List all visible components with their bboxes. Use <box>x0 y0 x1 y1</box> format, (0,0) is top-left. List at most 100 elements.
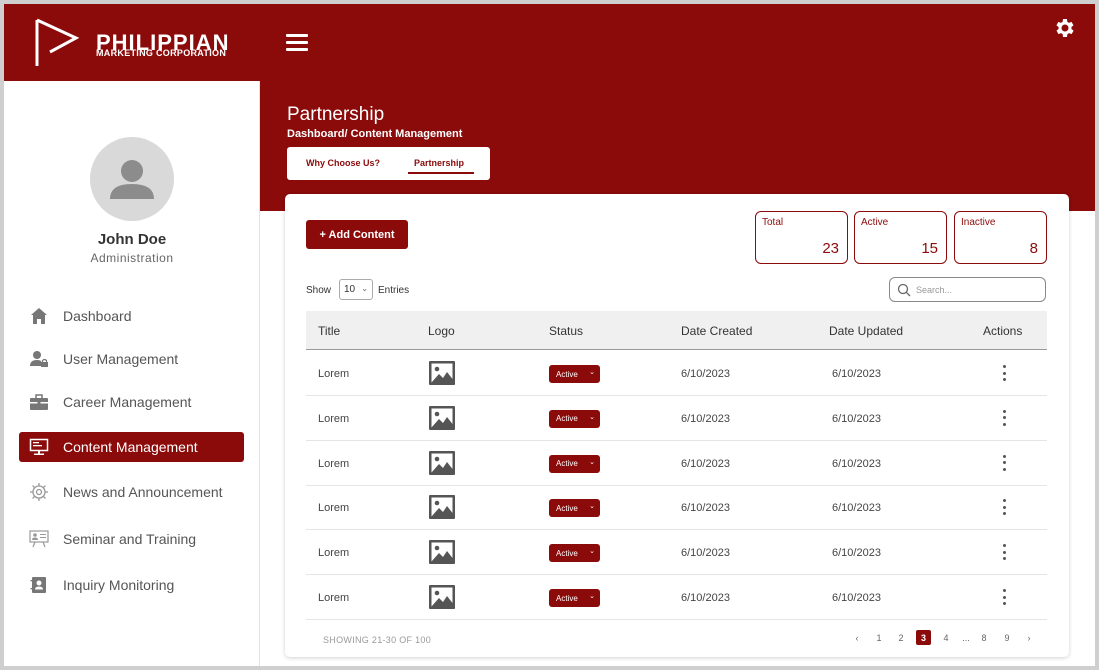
table-row: Lorem Active ⌄ 6/10/2023 6/10/2023 <box>306 485 1047 531</box>
chevron-down-icon: ⌄ <box>589 548 595 556</box>
top-bar: PHILIPPIAN MARKETING CORPORATION <box>4 4 1095 81</box>
image-icon <box>429 361 455 385</box>
stat-total: Total 23 <box>755 211 848 264</box>
tab-why-choose-us[interactable]: Why Choose Us? <box>306 158 380 168</box>
pagination-page-current[interactable]: 3 <box>916 630 931 645</box>
table-row: Lorem Active ⌄ 6/10/2023 6/10/2023 <box>306 396 1047 441</box>
contact-icon <box>29 575 49 595</box>
cell-date-updated: 6/10/2023 <box>832 457 881 470</box>
pagination-page[interactable]: 9 <box>1001 630 1013 645</box>
column-header-title[interactable]: Title <box>318 324 340 338</box>
more-actions-icon[interactable] <box>1000 364 1008 382</box>
cell-date-updated: 6/10/2023 <box>832 502 881 515</box>
sidebar-item-label: Seminar and Training <box>63 531 197 547</box>
app-window: PHILIPPIAN MARKETING CORPORATION John Do… <box>0 0 1099 670</box>
tab-partnership[interactable]: Partnership <box>414 158 464 168</box>
cell-date-created: 6/10/2023 <box>681 502 730 515</box>
column-header-date-updated[interactable]: Date Updated <box>829 324 903 338</box>
sidebar-item-label: User Management <box>63 351 179 367</box>
user-name: John Doe <box>97 231 167 248</box>
status-dropdown[interactable]: Active ⌄ <box>549 544 600 563</box>
content-card: + Add Content Total 23 Active 15 Inactiv… <box>285 194 1069 657</box>
status-label: Active <box>556 593 578 603</box>
stat-value: 8 <box>1029 240 1038 257</box>
user-lock-icon <box>29 349 49 369</box>
sidebar-item-seminar-and-training[interactable]: Seminar and Training <box>19 524 244 554</box>
briefcase-icon <box>29 392 49 412</box>
status-dropdown[interactable]: Active ⌄ <box>549 454 600 473</box>
stat-label: Total <box>762 217 784 228</box>
cell-date-updated: 6/10/2023 <box>832 368 881 380</box>
cell-date-created: 6/10/2023 <box>681 368 730 380</box>
show-label: Show <box>306 285 332 296</box>
pagination-summary: SHOWING 21-30 OF 100 <box>323 635 432 645</box>
search-input[interactable] <box>916 282 1036 298</box>
logo-icon <box>35 18 80 66</box>
gear-icon[interactable] <box>1053 16 1077 40</box>
cell-title: Lorem <box>318 592 350 604</box>
more-actions-icon[interactable] <box>1000 409 1008 427</box>
presentation-icon <box>29 529 49 549</box>
stat-label: Inactive <box>961 217 996 228</box>
hamburger-icon[interactable] <box>286 34 308 52</box>
sidebar-item-dashboard[interactable]: Dashboard <box>19 301 244 331</box>
breadcrumb: Dashboard/ Content Management <box>287 128 463 140</box>
chevron-down-icon: ⌄ <box>589 503 595 511</box>
status-dropdown[interactable]: Active ⌄ <box>549 365 600 383</box>
table-row: Lorem Active ⌄ 6/10/2023 6/10/2023 <box>306 351 1047 396</box>
entries-select-value: 10 <box>344 284 356 295</box>
sidebar-item-content-management[interactable]: Content Management <box>19 432 244 462</box>
status-dropdown[interactable]: Active ⌄ <box>549 499 600 518</box>
sidebar-item-news-and-announcement[interactable]: News and Announcement <box>19 477 244 507</box>
more-actions-icon[interactable] <box>1000 588 1008 606</box>
tab-bar: Why Choose Us? Partnership <box>287 147 490 180</box>
column-header-status[interactable]: Status <box>549 324 583 338</box>
more-actions-icon[interactable] <box>1000 454 1008 472</box>
pagination-page[interactable]: 4 <box>940 630 952 645</box>
status-label: Active <box>556 503 578 513</box>
image-icon <box>429 495 455 520</box>
page-header <box>260 81 1095 211</box>
pagination-next-icon[interactable]: › <box>1023 630 1035 645</box>
sidebar-item-label: Career Management <box>63 394 192 410</box>
pagination-page[interactable]: 8 <box>978 630 990 645</box>
chevron-down-icon: ⌄ <box>361 284 368 293</box>
column-header-actions: Actions <box>983 324 1023 338</box>
sidebar: John Doe Administration Dashboard User M… <box>4 81 260 666</box>
status-dropdown[interactable]: Active ⌄ <box>549 409 600 428</box>
more-actions-icon[interactable] <box>1000 543 1008 561</box>
table-row: Lorem Active ⌄ 6/10/2023 6/10/2023 <box>306 575 1047 620</box>
add-content-button[interactable]: + Add Content <box>306 220 408 249</box>
status-dropdown[interactable]: Active ⌄ <box>549 589 600 607</box>
stat-label: Active <box>861 217 889 228</box>
entries-select[interactable]: 10 ⌄ <box>339 279 373 300</box>
avatar <box>90 137 174 221</box>
cell-title: Lorem <box>318 368 350 380</box>
image-icon <box>429 405 455 430</box>
image-icon <box>429 540 455 565</box>
user-role: Administration <box>90 251 174 265</box>
table-header: Title Logo Status Date Created Date Upda… <box>306 311 1047 350</box>
cell-date-updated: 6/10/2023 <box>832 592 881 604</box>
column-header-date-created[interactable]: Date Created <box>681 324 752 338</box>
image-icon <box>429 585 455 609</box>
cell-date-created: 6/10/2023 <box>681 547 730 560</box>
cell-title: Lorem <box>318 457 350 470</box>
sidebar-item-career-management[interactable]: Career Management <box>19 387 244 417</box>
gear-outline-icon <box>29 482 49 502</box>
sidebar-item-user-management[interactable]: User Management <box>19 344 244 374</box>
brand-subtitle: MARKETING CORPORATION <box>96 48 227 58</box>
pagination-prev-icon[interactable]: ‹ <box>851 630 863 645</box>
table-row: Lorem Active ⌄ 6/10/2023 6/10/2023 <box>306 530 1047 576</box>
search-icon <box>897 283 911 297</box>
status-label: Active <box>556 369 578 379</box>
pagination-page[interactable]: 2 <box>895 630 907 645</box>
stat-inactive: Inactive 8 <box>954 211 1047 264</box>
more-actions-icon[interactable] <box>1000 498 1008 516</box>
chevron-down-icon: ⌄ <box>589 369 595 376</box>
sidebar-item-inquiry-monitoring[interactable]: Inquiry Monitoring <box>19 570 244 600</box>
cell-title: Lorem <box>318 502 350 515</box>
pagination-page[interactable]: 1 <box>873 630 885 645</box>
column-header-logo[interactable]: Logo <box>428 324 455 338</box>
image-icon <box>429 450 455 475</box>
